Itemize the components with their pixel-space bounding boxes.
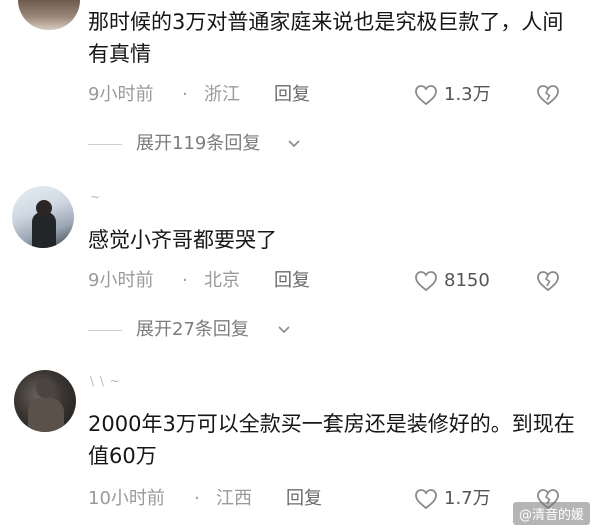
expand-divider bbox=[88, 330, 122, 331]
comment-text: 那时候的3万对普通家庭来说也是究极巨款了，人间有真情 bbox=[88, 10, 564, 66]
username[interactable]: \ \ ~ bbox=[90, 374, 121, 388]
comment-time: 9小时前 bbox=[88, 270, 154, 291]
comment-location: 浙江 bbox=[204, 84, 240, 105]
expand-replies[interactable]: 展开119条回复 bbox=[88, 130, 348, 158]
comment-meta: 9小时前 · 浙江 回复 1.3万 bbox=[88, 80, 570, 110]
broken-heart-icon[interactable] bbox=[536, 269, 560, 293]
like-icon[interactable] bbox=[414, 487, 438, 511]
username[interactable]: ~ bbox=[90, 190, 101, 204]
avatar[interactable] bbox=[18, 0, 80, 30]
like-count: 8150 bbox=[444, 270, 490, 291]
like-count: 1.3万 bbox=[444, 84, 491, 105]
avatar[interactable] bbox=[12, 186, 74, 248]
like-count: 1.7万 bbox=[444, 488, 491, 509]
watermark: @清音的媛 bbox=[512, 502, 590, 525]
expand-replies-label: 展开119条回复 bbox=[136, 133, 261, 154]
comment-location: 北京 bbox=[204, 270, 240, 291]
broken-heart-icon[interactable] bbox=[536, 83, 560, 107]
comment-time: 10小时前 bbox=[88, 488, 165, 509]
comment-text: 2000年3万可以全款买一套房还是装修好的。到现在值60万 bbox=[88, 412, 575, 468]
comment-time: 9小时前 bbox=[88, 84, 154, 105]
expand-replies[interactable]: 展开27条回复 bbox=[88, 316, 348, 344]
meta-separator: · bbox=[194, 488, 200, 509]
comment-meta: 10小时前 · 江西 回复 1.7万 bbox=[88, 484, 570, 514]
comment-meta: 9小时前 · 北京 回复 8150 bbox=[88, 266, 570, 296]
expand-replies-label: 展开27条回复 bbox=[136, 319, 249, 340]
meta-separator: · bbox=[182, 84, 188, 105]
comment-location: 江西 bbox=[216, 488, 252, 509]
like-icon[interactable] bbox=[414, 83, 438, 107]
like-icon[interactable] bbox=[414, 269, 438, 293]
comment-text: 感觉小齐哥都要哭了 bbox=[88, 228, 277, 252]
chevron-down-icon bbox=[278, 326, 290, 334]
expand-divider bbox=[88, 144, 122, 145]
meta-separator: · bbox=[182, 270, 188, 291]
reply-button[interactable]: 回复 bbox=[274, 80, 310, 110]
avatar[interactable] bbox=[14, 370, 76, 432]
reply-button[interactable]: 回复 bbox=[286, 484, 322, 514]
chevron-down-icon bbox=[288, 140, 300, 148]
reply-button[interactable]: 回复 bbox=[274, 266, 310, 296]
